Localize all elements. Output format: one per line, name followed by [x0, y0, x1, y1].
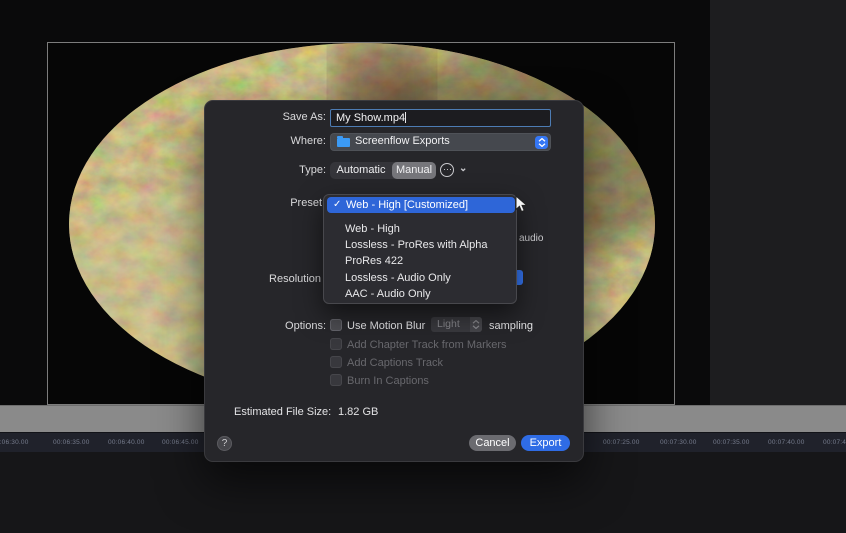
type-segmented-control: Automatic Manual	[330, 162, 436, 179]
preset-menu-item-selected[interactable]: ✓ Web - High [Customized]	[327, 197, 515, 213]
timecode: 00:06:45.00	[162, 439, 199, 446]
preset-menu-item[interactable]: Lossless - ProRes with Alpha	[345, 238, 513, 253]
folder-icon	[337, 136, 350, 147]
hidden-row-audio-text: audio	[519, 233, 544, 244]
preset-label: Preset	[290, 197, 322, 209]
type-label: Type:	[299, 164, 326, 176]
timecode: 00:06:30.00	[0, 439, 29, 446]
segment-manual[interactable]: Manual	[392, 162, 436, 179]
timecode: 00:07:30.00	[660, 439, 697, 446]
where-value: Screenflow Exports	[355, 135, 450, 147]
chevron-down-icon[interactable]: ⌄	[459, 163, 467, 174]
estimated-size-value: 1.82 GB	[338, 406, 379, 418]
preset-menu-item[interactable]: ProRes 422	[345, 254, 513, 269]
timecode: 00:07:40.00	[768, 439, 805, 446]
mouse-cursor-icon	[515, 194, 528, 218]
checkmark-icon: ✓	[333, 199, 342, 210]
preset-selected-text: Web - High [Customized]	[346, 199, 469, 211]
export-button[interactable]: Export	[521, 435, 570, 451]
save-as-value: My Show.mp4	[336, 112, 406, 124]
more-options-icon[interactable]: ⋯	[440, 163, 454, 177]
timecode: 00:07:35.00	[713, 439, 750, 446]
stepper-icon	[535, 135, 548, 149]
preset-dropdown-menu: ✓ Web - High [Customized] Web - High Los…	[323, 194, 517, 304]
preset-menu-item[interactable]: Web - High	[345, 222, 513, 237]
timecode: 00:06:40.00	[108, 439, 145, 446]
timecode: 00:07:25.00	[603, 439, 640, 446]
sampling-label: sampling	[489, 320, 534, 332]
options-label: Options:	[285, 320, 326, 332]
chapter-track-checkbox	[330, 338, 342, 350]
preset-menu-item[interactable]: Lossless - Audio Only	[345, 271, 513, 286]
cancel-button[interactable]: Cancel	[469, 435, 516, 451]
app-window: › 00:06:30.00 00:06:35.00 00:06:40.00 00…	[0, 0, 846, 533]
where-label: Where:	[290, 135, 326, 147]
motion-blur-label: Use Motion Blur	[347, 320, 426, 332]
burn-captions-checkbox	[330, 374, 342, 386]
resolution-label: Resolution	[269, 273, 321, 285]
segment-automatic[interactable]: Automatic	[330, 162, 392, 179]
estimated-size-label: Estimated File Size:	[234, 406, 332, 418]
timecode: 00:07:45.00	[823, 439, 846, 446]
right-side-panel	[710, 0, 846, 405]
captions-track-checkbox	[330, 356, 342, 368]
save-as-input[interactable]: My Show.mp4	[330, 109, 551, 127]
burn-captions-label: Burn In Captions	[347, 375, 429, 387]
motion-blur-checkbox[interactable]	[330, 319, 342, 331]
timeline-tracks-area	[0, 452, 846, 533]
stepper-icon-disabled	[470, 317, 482, 332]
save-as-label: Save As:	[282, 111, 326, 123]
chapter-track-label: Add Chapter Track from Markers	[347, 339, 507, 351]
help-button[interactable]: ?	[217, 436, 232, 451]
timecode: 00:06:35.00	[53, 439, 90, 446]
text-caret	[405, 112, 407, 123]
motion-blur-amount-popup[interactable]: Light	[431, 317, 482, 332]
preset-menu-item[interactable]: AAC - Audio Only	[345, 287, 513, 302]
motion-blur-amount-value: Light	[437, 318, 460, 330]
captions-track-label: Add Captions Track	[347, 357, 443, 369]
where-popup-button[interactable]: Screenflow Exports	[330, 133, 551, 151]
